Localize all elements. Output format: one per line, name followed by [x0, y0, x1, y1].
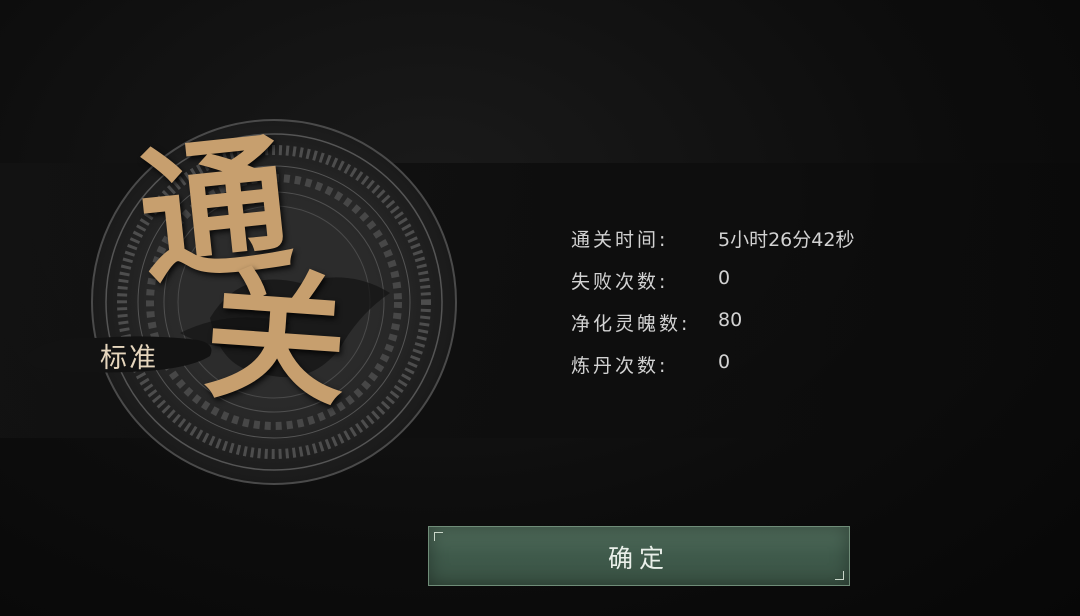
confirm-button[interactable]: 确定 [428, 526, 850, 586]
difficulty-label: 标准 [100, 343, 158, 374]
stat-value: 0 [718, 267, 731, 289]
stat-label: 失败次数: [571, 271, 669, 293]
stat-label: 净化灵魄数: [571, 313, 691, 335]
stat-row-alchemy-count: 炼丹次数: 0 [571, 348, 931, 390]
stat-value: 5小时26分42秒 [718, 229, 855, 251]
clear-title-char-2: 关 [199, 251, 353, 427]
stats-panel: 通关时间: 5小时26分42秒 失败次数: 0 净化灵魄数: 80 炼丹次数: … [571, 222, 931, 390]
stat-label: 通关时间: [571, 229, 669, 251]
stat-value: 80 [718, 309, 743, 331]
stat-row-fail-count: 失败次数: 0 [571, 264, 931, 306]
confirm-button-label: 确定 [607, 544, 670, 573]
stat-value: 0 [718, 351, 731, 373]
stat-label: 炼丹次数: [571, 355, 669, 377]
stat-row-purified-souls: 净化灵魄数: 80 [571, 306, 931, 348]
clear-result-screen: 通 关 标准 通关时间: 5小时26分42秒 失败次数: 0 净化灵魄数: 80… [0, 0, 1080, 616]
stat-row-clear-time: 通关时间: 5小时26分42秒 [571, 222, 931, 264]
